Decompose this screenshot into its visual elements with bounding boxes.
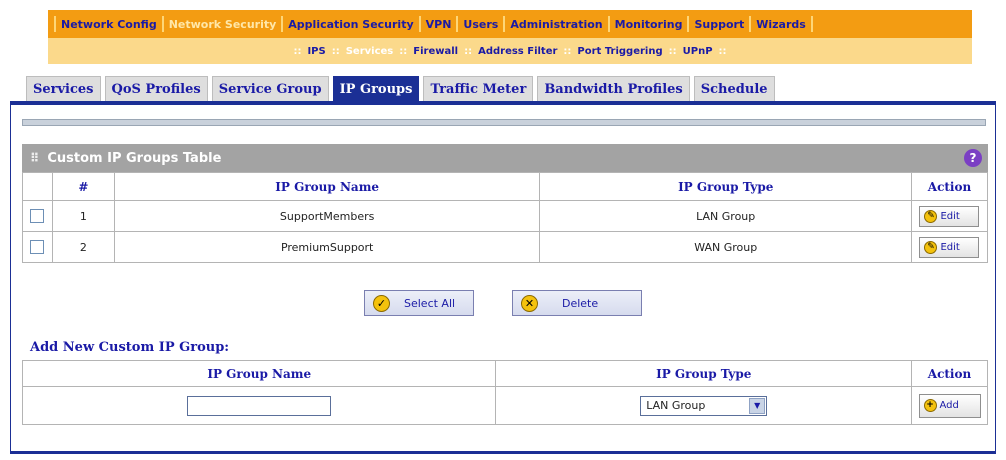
add-input-row: LAN Group ▼ + Add [21,386,988,425]
nav-separator [418,16,421,32]
subnav-separator: :: [563,45,572,57]
nav-application-security[interactable]: Application Security [283,18,418,31]
chevron-down-icon: ▼ [749,397,766,414]
subnav-upnp[interactable]: UPnP [677,46,719,57]
add-label: Add [939,400,959,411]
tab-schedule[interactable]: Schedule [693,76,775,102]
ip-group-name-input[interactable] [187,395,332,416]
edit-button[interactable]: ✎ Edit [919,236,980,258]
table-header-row: # IP Group Name IP Group Type Action [22,172,989,201]
subnav-separator: :: [668,45,677,57]
add-action-cell: + Add [911,386,988,425]
table-row: 1 SupportMembers LAN Group ✎ Edit [22,200,989,232]
subnav-services[interactable]: Services [340,46,400,57]
nav-separator [687,16,690,32]
sub-nav: :: IPS :: Services :: Firewall :: Addres… [48,38,972,64]
subnav-separator: :: [464,45,473,57]
section-title: Custom IP Groups Table [47,150,222,166]
column-header-action: Action [910,172,989,201]
subnav-separator: :: [331,45,340,57]
add-name-cell [21,386,497,425]
nav-separator [607,16,610,32]
add-column-header-name: IP Group Name [21,360,497,387]
add-section-title: Add New Custom IP Group: [30,340,230,355]
column-header-name: IP Group Name [113,172,541,201]
delete-button[interactable]: ✕ Delete [512,290,642,316]
tab-service-group[interactable]: Service Group [211,76,329,102]
nav-separator [810,16,813,32]
nav-users[interactable]: Users [458,18,503,31]
nav-separator [161,16,164,32]
subnav-separator: :: [293,45,302,57]
subnav-port-triggering[interactable]: Port Triggering [571,46,668,57]
add-header-row: IP Group Name IP Group Type Action [21,360,988,387]
add-type-cell: LAN Group ▼ [495,386,912,425]
ip-group-type-select[interactable]: LAN Group ▼ [640,395,768,416]
row-name: SupportMembers [113,200,541,232]
edit-icon: ✎ [924,209,938,223]
add-ip-group-table: IP Group Name IP Group Type Action LAN G… [21,360,988,425]
section-header: ⠿ Custom IP Groups Table ? [22,144,988,172]
column-header-type: IP Group Type [539,172,912,201]
nav-monitoring[interactable]: Monitoring [610,18,688,31]
nav-separator [456,16,459,32]
nav-support[interactable]: Support [689,18,749,31]
row-name: PremiumSupport [113,231,541,263]
row-num: 1 [51,200,115,232]
ip-group-type-value: LAN Group [646,399,706,412]
help-icon[interactable]: ? [964,149,982,167]
delete-icon: ✕ [521,294,538,312]
add-icon: + [923,399,937,412]
tab-ip-groups[interactable]: IP Groups [332,76,420,102]
row-action-cell: ✎ Edit [910,200,989,232]
status-bar [22,119,986,126]
row-select-cell [22,231,53,263]
table-row: 2 PremiumSupport WAN Group ✎ Edit [22,231,989,263]
row-type: LAN Group [539,200,912,232]
tab-services[interactable]: Services [26,76,101,102]
nav-wizards[interactable]: Wizards [751,18,811,31]
nav-network-config[interactable]: Network Config [56,18,162,31]
nav-separator [54,16,56,32]
edit-button[interactable]: ✎ Edit [919,205,980,227]
select-all-button[interactable]: ✓ Select All [364,290,474,316]
select-column-header [22,172,53,201]
subnav-separator: :: [399,45,408,57]
nav-network-security[interactable]: Network Security [164,18,282,31]
edit-icon: ✎ [924,240,938,254]
tab-bar: Services QoS Profiles Service Group IP G… [26,76,775,102]
row-checkbox[interactable] [30,240,45,254]
grip-icon: ⠿ [30,151,40,165]
row-action-cell: ✎ Edit [910,231,989,263]
delete-label: Delete [562,296,599,310]
subnav-ips[interactable]: IPS [301,46,331,57]
row-num: 2 [51,231,115,263]
ip-groups-table: # IP Group Name IP Group Type Action 1 S… [22,172,989,263]
status-bar-fill [23,120,985,125]
top-nav: Network Config Network Security Applicat… [48,10,972,38]
row-checkbox[interactable] [30,209,45,223]
row-select-cell [22,200,53,232]
nav-separator [281,16,284,32]
subnav-address-filter[interactable]: Address Filter [472,46,563,57]
add-button[interactable]: + Add [918,393,981,418]
add-column-header-type: IP Group Type [495,360,912,387]
tab-qos-profiles[interactable]: QoS Profiles [104,76,208,102]
select-all-label: Select All [404,296,456,310]
nav-vpn[interactable]: VPN [421,18,457,31]
nav-separator [503,16,506,32]
nav-separator [749,16,752,32]
subnav-firewall[interactable]: Firewall [407,46,464,57]
edit-label: Edit [940,210,960,222]
nav-administration[interactable]: Administration [505,18,607,31]
check-icon: ✓ [373,294,390,312]
edit-label: Edit [940,241,960,253]
column-header-num: # [51,172,115,201]
subnav-separator: :: [718,45,727,57]
row-type: WAN Group [539,231,912,263]
tab-traffic-meter[interactable]: Traffic Meter [423,76,534,102]
tab-bandwidth-profiles[interactable]: Bandwidth Profiles [537,76,690,102]
add-column-header-action: Action [911,360,988,387]
